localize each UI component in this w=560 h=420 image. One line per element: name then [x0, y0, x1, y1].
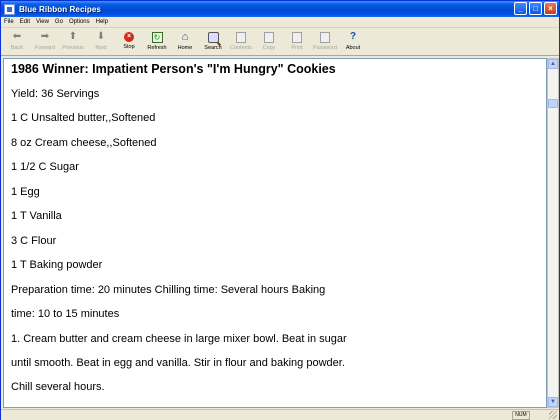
back-label: Back: [10, 45, 24, 51]
copy-button[interactable]: Copy: [255, 29, 283, 55]
recipe-line: until smooth. Beat in egg and vanilla. S…: [11, 357, 345, 369]
refresh-label: Refresh: [147, 45, 167, 51]
refresh-icon: ↻: [151, 32, 163, 43]
stop-label: Stop: [123, 44, 135, 50]
vertical-scrollbar[interactable]: ▲ ▼: [547, 58, 559, 408]
print-label: Print: [291, 45, 303, 51]
recipe-line: 1 T Baking powder: [11, 259, 103, 271]
forward-arrow-icon: ➡: [40, 31, 50, 42]
home-label: Home: [177, 45, 193, 51]
copy-label: Copy: [262, 45, 276, 51]
print-button[interactable]: Print: [283, 29, 311, 55]
menu-view[interactable]: View: [36, 19, 49, 25]
scroll-thumb[interactable]: [548, 99, 558, 108]
title-bar[interactable]: Blue Ribbon Recipes _ □ ×: [1, 1, 559, 17]
status-bar: NUM: [1, 409, 559, 420]
maximize-button[interactable]: □: [529, 2, 542, 15]
recipe-line: 1. Cream butter and cream cheese in larg…: [11, 333, 347, 345]
recipe-line: 1 1/2 C Sugar: [11, 161, 79, 173]
app-window: Blue Ribbon Recipes _ □ × File Edit View…: [0, 0, 560, 420]
num-lock-indicator: NUM: [512, 411, 530, 420]
menu-help[interactable]: Help: [96, 19, 108, 25]
about-button[interactable]: ? About: [339, 29, 367, 55]
close-button[interactable]: ×: [544, 2, 557, 15]
recipe-line: Chill several hours.: [11, 381, 105, 393]
home-icon: ⌂: [181, 31, 189, 43]
back-arrow-icon: ⬅: [12, 31, 22, 42]
home-button[interactable]: ⌂ Home: [171, 29, 199, 55]
recipe-line: time: 10 to 15 minutes: [11, 308, 120, 320]
recipe-line: Preparation time: 20 minutes Chilling ti…: [11, 284, 326, 296]
copy-icon: [264, 32, 274, 43]
previous-label: Previous: [62, 45, 84, 51]
minimize-button[interactable]: _: [514, 2, 527, 15]
password-button[interactable]: Password: [311, 29, 339, 55]
previous-button[interactable]: ⬆ Previous: [59, 29, 87, 55]
about-label: About: [345, 45, 361, 51]
window-controls: _ □ ×: [514, 2, 557, 15]
scroll-down-button[interactable]: ▼: [548, 397, 558, 407]
menu-edit[interactable]: Edit: [20, 19, 30, 25]
next-button[interactable]: ⬇ Next: [87, 29, 115, 55]
contents-icon: [236, 32, 246, 43]
resize-grip[interactable]: [549, 411, 557, 419]
recipe-line: Yield: 36 Servings: [11, 88, 100, 100]
contents-label: Contents: [229, 45, 252, 51]
scroll-up-button[interactable]: ▲: [548, 59, 558, 69]
stop-icon: ×: [124, 32, 134, 42]
print-icon: [292, 32, 302, 43]
next-label: Next: [95, 45, 107, 51]
window-title: Blue Ribbon Recipes: [19, 4, 101, 14]
app-icon[interactable]: [4, 3, 15, 15]
recipe-content[interactable]: 1986 Winner: Impatient Person's "I'm Hun…: [3, 58, 547, 408]
recipe-line: 3 C Flour: [11, 235, 57, 247]
refresh-button[interactable]: ↻ Refresh: [143, 29, 171, 55]
menu-go[interactable]: Go: [55, 19, 63, 25]
menu-bar: File Edit View Go Options Help: [1, 17, 559, 28]
menu-options[interactable]: Options: [69, 19, 90, 25]
search-icon: [207, 32, 219, 43]
back-button[interactable]: ⬅ Back: [3, 29, 31, 55]
menu-file[interactable]: File: [4, 19, 14, 25]
previous-arrow-icon: ⬆: [68, 31, 78, 42]
stop-button[interactable]: × Stop: [115, 29, 143, 55]
recipe-title: 1986 Winner: Impatient Person's "I'm Hun…: [11, 62, 336, 76]
about-icon: ?: [349, 31, 357, 42]
forward-button[interactable]: ➡ Forward: [31, 29, 59, 55]
password-label: Password: [312, 45, 338, 51]
next-arrow-icon: ⬇: [96, 31, 106, 42]
forward-label: Forward: [34, 45, 56, 51]
recipe-line: 1 T Vanilla: [11, 210, 62, 222]
recipe-line: 8 oz Cream cheese,,Softened: [11, 137, 157, 149]
search-button[interactable]: Search: [199, 29, 227, 55]
password-icon: [320, 32, 330, 43]
recipe-line: 1 Egg: [11, 186, 40, 198]
toolbar: ⬅ Back ➡ Forward ⬆ Previous ⬇ Next × Sto…: [1, 29, 559, 56]
recipe-line: 1 C Unsalted butter,,Softened: [11, 112, 156, 124]
contents-button[interactable]: Contents: [227, 29, 255, 55]
